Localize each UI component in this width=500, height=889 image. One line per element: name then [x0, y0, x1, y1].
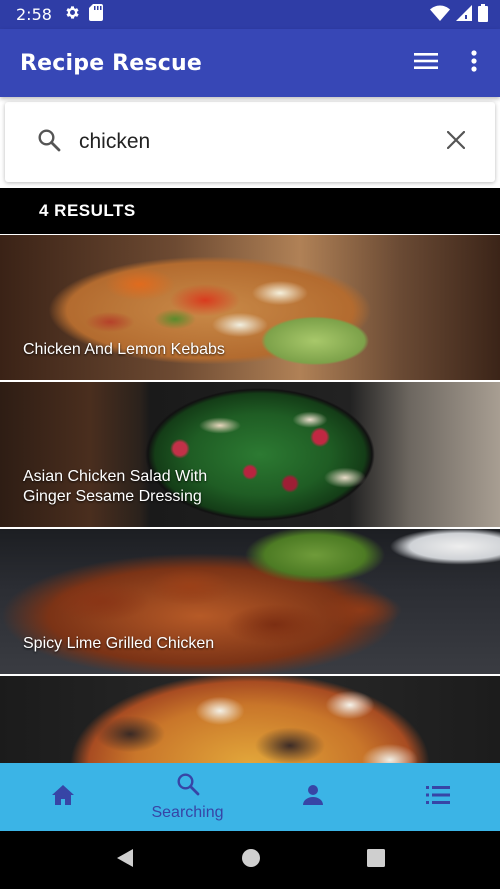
- overflow-menu-button[interactable]: [450, 39, 498, 87]
- results-header: 4 RESULTS: [0, 188, 500, 234]
- bottom-navigation: Searching: [0, 763, 500, 831]
- recipe-list: Chicken And Lemon Kebabs Asian Chicken S…: [0, 235, 500, 763]
- recipe-card[interactable]: Asian Chicken Salad With Ginger Sesame D…: [0, 382, 500, 527]
- search-icon: [176, 772, 200, 800]
- recipe-card[interactable]: [0, 676, 500, 763]
- recents-icon[interactable]: [367, 849, 385, 871]
- app-bar: Recipe Rescue: [0, 29, 500, 97]
- clear-search-button[interactable]: [417, 130, 495, 153]
- search-icon: [37, 128, 61, 156]
- person-icon: [302, 784, 324, 810]
- menu-button[interactable]: [402, 39, 450, 87]
- nav-search[interactable]: Searching: [125, 763, 250, 831]
- search-input[interactable]: [79, 122, 417, 162]
- sd-card-icon: [88, 4, 103, 25]
- recipe-title: Chicken And Lemon Kebabs: [23, 341, 225, 358]
- status-time: 2:58: [16, 5, 52, 24]
- app-title: Recipe Rescue: [20, 50, 202, 76]
- settings-icon: [64, 4, 81, 25]
- wifi-icon: [430, 5, 450, 25]
- system-navigation-bar: [0, 831, 500, 889]
- battery-icon: [478, 3, 488, 26]
- list-icon: [425, 785, 450, 809]
- close-icon: [446, 130, 466, 153]
- status-bar: 2:58: [0, 0, 500, 29]
- recipe-card[interactable]: Chicken And Lemon Kebabs: [0, 235, 500, 380]
- back-icon[interactable]: [115, 848, 135, 872]
- recipe-image: [0, 676, 500, 763]
- nav-profile[interactable]: [250, 763, 375, 831]
- home-icon: [51, 784, 75, 810]
- signal-icon: [456, 4, 472, 25]
- recipe-title: Asian Chicken Salad With Ginger Sesame D…: [23, 468, 208, 505]
- search-bar: [5, 102, 495, 182]
- recipe-card[interactable]: Spicy Lime Grilled Chicken: [0, 529, 500, 674]
- menu-icon: [414, 52, 438, 74]
- recipe-title: Spicy Lime Grilled Chicken: [23, 635, 215, 652]
- more-vert-icon: [471, 50, 477, 76]
- nav-list[interactable]: [375, 763, 500, 831]
- nav-search-label: Searching: [151, 804, 224, 821]
- results-count: 4 RESULTS: [39, 201, 136, 220]
- nav-home[interactable]: [0, 763, 125, 831]
- home-button-icon[interactable]: [241, 848, 261, 872]
